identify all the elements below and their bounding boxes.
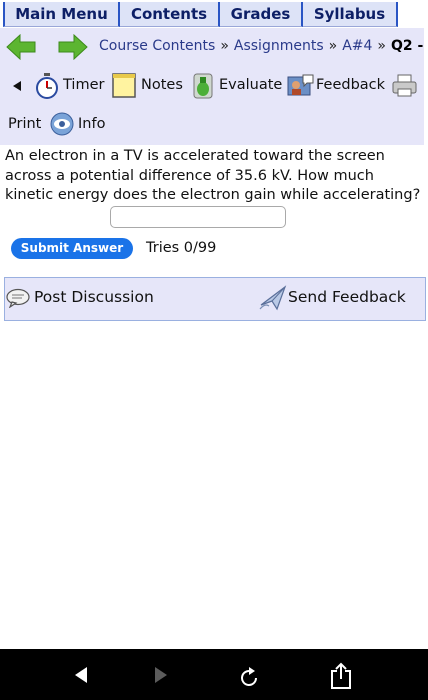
browser-back-icon[interactable]	[73, 666, 89, 684]
browser-toolbar	[0, 649, 428, 700]
notes-label[interactable]: Notes	[141, 77, 183, 93]
tab-contents[interactable]: Contents	[120, 2, 220, 27]
tries-counter: Tries 0/99	[146, 240, 217, 256]
tab-grades[interactable]: Grades	[220, 2, 303, 27]
notes-icon[interactable]	[112, 73, 136, 98]
back-arrow-icon[interactable]	[6, 34, 36, 60]
info-icon[interactable]	[50, 112, 75, 136]
browser-forward-icon[interactable]	[153, 666, 169, 684]
forward-arrow-icon[interactable]	[58, 34, 88, 60]
share-icon[interactable]	[329, 662, 353, 690]
info-label[interactable]: Info	[78, 116, 105, 132]
tab-syllabus[interactable]: Syllabus	[303, 2, 398, 27]
question-text: An electron in a TV is accelerated towar…	[5, 148, 421, 203]
breadcrumb-course-contents[interactable]: Course Contents	[99, 38, 215, 54]
breadcrumb-separator: »	[328, 38, 338, 54]
feedback-icon[interactable]	[287, 73, 314, 99]
breadcrumb-assignments[interactable]: Assignments	[234, 38, 324, 54]
breadcrumb: Course Contents» Assignments» A#4» Q2 -	[99, 38, 423, 54]
top-nav-bar: Main Menu Contents Grades Syllabus	[0, 0, 428, 28]
breadcrumb-separator: »	[377, 38, 386, 54]
speech-bubble-icon[interactable]	[6, 288, 31, 308]
breadcrumb-separator: »	[220, 38, 229, 54]
print-label[interactable]: Print	[8, 116, 41, 132]
feedback-label[interactable]: Feedback	[316, 77, 385, 93]
printer-icon[interactable]	[392, 74, 417, 98]
timer-label[interactable]: Timer	[63, 77, 104, 93]
evaluate-label[interactable]: Evaluate	[219, 77, 282, 93]
reload-icon[interactable]	[237, 666, 261, 690]
breadcrumb-current-question: Q2 -	[391, 38, 424, 54]
stopwatch-icon[interactable]	[35, 73, 59, 99]
evaluate-icon[interactable]	[192, 72, 214, 99]
send-feedback-link[interactable]: Send Feedback	[288, 288, 406, 306]
tab-main-menu[interactable]: Main Menu	[3, 2, 120, 27]
breadcrumb-assignment-4[interactable]: A#4	[342, 38, 372, 54]
post-discussion-link[interactable]: Post Discussion	[34, 288, 154, 306]
submit-answer-button[interactable]: Submit Answer	[11, 238, 133, 259]
answer-input[interactable]	[110, 206, 286, 228]
send-feedback-icon[interactable]	[259, 285, 287, 311]
collapse-triangle-icon[interactable]	[12, 81, 22, 91]
